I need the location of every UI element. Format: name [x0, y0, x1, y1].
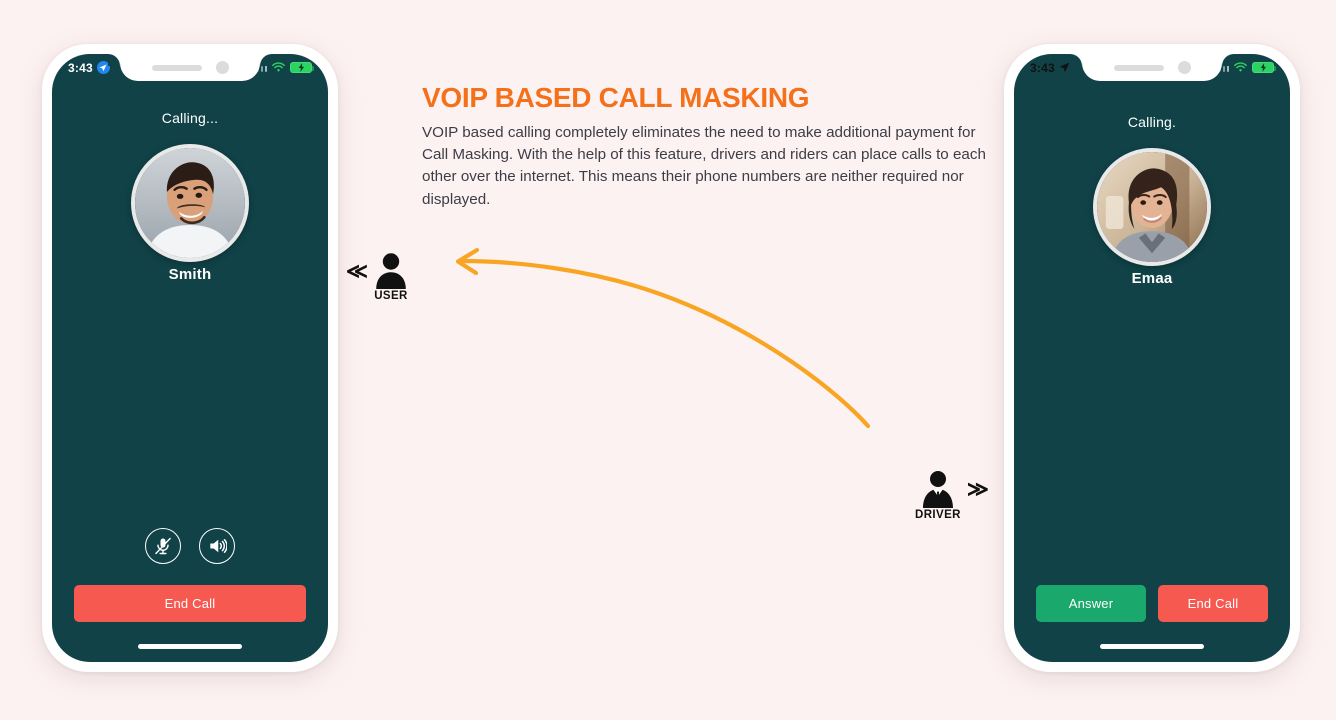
- persona-driver-figure: DRIVER: [915, 470, 961, 521]
- status-time: 3:43: [68, 60, 93, 75]
- phone-screen-driver: 3:43 Calling. Emaa Answer End Call: [1014, 54, 1290, 662]
- call-status-text: Calling...: [161, 110, 219, 126]
- battery-charging-icon: [290, 62, 314, 73]
- home-indicator[interactable]: [1100, 644, 1204, 649]
- earpiece-speaker: [1113, 64, 1164, 71]
- caller-name: Smith: [168, 266, 212, 283]
- status-bar-left: 3:43: [1030, 61, 1070, 75]
- caller-name: Emaa: [1131, 270, 1173, 287]
- person-in-suit-icon: [922, 471, 953, 508]
- phone-notch: [120, 54, 260, 81]
- call-status-text: Calling.: [1127, 114, 1177, 130]
- status-bar-left: 3:43: [68, 61, 110, 75]
- front-camera-icon: [215, 61, 229, 74]
- wifi-icon: [1234, 59, 1247, 77]
- speaker-button[interactable]: [199, 528, 235, 564]
- call-action-buttons: End Call: [74, 585, 306, 622]
- location-arrow-icon: [1059, 62, 1070, 73]
- chevron-right-double-icon: ≫: [966, 478, 989, 501]
- mute-button[interactable]: [145, 528, 181, 564]
- phone-screen-user: 3:43 Calling... Smith End Call: [52, 54, 328, 662]
- notch-ear-left: [108, 54, 120, 66]
- article-body: VOIP based calling completely eliminates…: [422, 124, 986, 208]
- call-controls: [52, 528, 328, 564]
- article-text-block: VOIP BASED CALL MASKING VOIP based calli…: [422, 82, 992, 211]
- caller-avatar-male: [131, 144, 249, 262]
- end-call-button[interactable]: End Call: [74, 585, 306, 622]
- persona-driver-label: DRIVER: [915, 509, 961, 521]
- chevron-left-double-icon: ≪: [346, 259, 368, 283]
- home-indicator[interactable]: [138, 644, 242, 649]
- phone-mockup-user: 3:43 Calling... Smith End Call: [42, 44, 338, 672]
- notch-ear-left: [1070, 54, 1082, 66]
- persona-driver: DRIVER ≫: [915, 470, 989, 521]
- persona-user-figure: USER: [374, 252, 408, 302]
- persona-user: ≪ USER: [346, 252, 408, 302]
- notch-ear-right: [260, 54, 272, 66]
- end-call-button[interactable]: End Call: [1158, 585, 1268, 622]
- wifi-icon: [272, 59, 285, 77]
- status-time: 3:43: [1030, 60, 1055, 75]
- persona-user-label: USER: [374, 290, 408, 302]
- answer-button[interactable]: Answer: [1036, 585, 1146, 622]
- battery-charging-icon: [1252, 62, 1276, 73]
- page-title: VOIP BASED CALL MASKING: [422, 82, 810, 113]
- earpiece-speaker: [151, 64, 202, 71]
- front-camera-icon: [1177, 61, 1191, 74]
- phone-mockup-driver: 3:43 Calling. Emaa Answer End Call: [1004, 44, 1300, 672]
- caller-avatar-female: [1093, 148, 1211, 266]
- phone-notch: [1082, 54, 1222, 81]
- call-action-buttons: Answer End Call: [1036, 585, 1268, 622]
- person-icon: [376, 253, 406, 289]
- notch-ear-right: [1222, 54, 1234, 66]
